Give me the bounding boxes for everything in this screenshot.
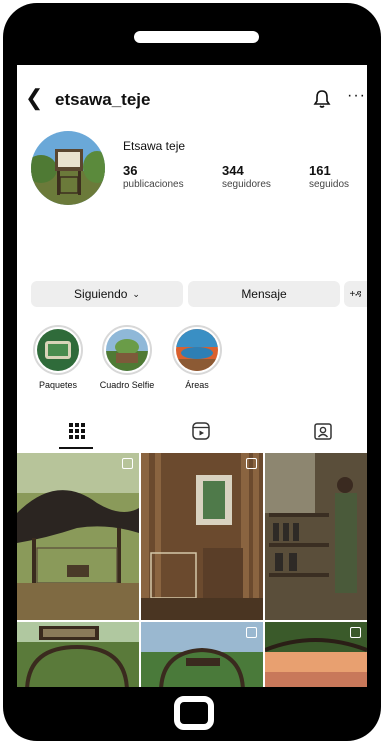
active-tab-indicator (59, 447, 93, 449)
stat-followers[interactable]: 344 seguidores (222, 163, 271, 190)
phone-speaker (134, 31, 259, 43)
home-button[interactable] (174, 696, 214, 730)
post-thumbnail[interactable] (17, 453, 139, 620)
message-button[interactable]: Mensaje (188, 281, 340, 307)
display-name: Etsawa teje (123, 139, 186, 153)
post-thumbnail[interactable] (265, 622, 367, 687)
add-person-icon: +ዳ (349, 288, 362, 300)
grid-icon[interactable] (67, 421, 87, 441)
app-screen: ❮ etsawa_teje ··· Etsawa teje 36 publica… (17, 65, 367, 687)
post-thumbnail[interactable] (141, 453, 263, 620)
stat-followers-label: seguidores (222, 179, 271, 190)
highlight-ring (33, 325, 83, 375)
bell-icon[interactable] (313, 89, 331, 109)
post-thumbnail[interactable] (17, 622, 139, 687)
phone-frame: ❮ etsawa_teje ··· Etsawa teje 36 publica… (3, 3, 381, 741)
highlight-label: Cuadro Selfie (99, 380, 155, 390)
stat-posts[interactable]: 36 publicaciones (123, 163, 184, 190)
highlight-label: Paquetes (38, 380, 78, 390)
chevron-left-icon[interactable]: ❮ (25, 86, 43, 110)
highlight-ring (172, 325, 222, 375)
stat-following-label: seguidos (309, 179, 350, 190)
multi-post-icon (350, 627, 361, 638)
reels-icon[interactable] (191, 421, 211, 441)
stat-followers-value: 344 (222, 163, 244, 178)
multi-post-icon (246, 627, 257, 638)
highlight-label: Áreas (185, 380, 209, 390)
post-thumbnail[interactable] (265, 453, 367, 620)
stat-following-value: 161 (309, 163, 331, 178)
more-horizontal-icon[interactable]: ··· (347, 87, 366, 105)
highlight-cuadro-selfie[interactable]: Cuadro Selfie (99, 325, 155, 390)
stat-posts-label: publicaciones (123, 179, 184, 190)
profile-avatar[interactable] (31, 131, 105, 205)
stat-posts-value: 36 (123, 163, 138, 178)
profile-header: ❮ etsawa_teje ··· (17, 86, 367, 113)
highlight-paquetes[interactable]: Paquetes (30, 325, 86, 390)
highlight-areas[interactable]: Áreas (169, 325, 225, 390)
stat-following[interactable]: 161 seguidos (309, 163, 349, 190)
profile-tabs (17, 417, 367, 447)
username-title: etsawa_teje (55, 90, 151, 109)
chevron-down-icon: ⌄ (132, 288, 140, 299)
following-button[interactable]: Siguiendo ⌄ (31, 281, 183, 307)
message-label: Mensaje (241, 287, 287, 301)
tagged-icon[interactable] (313, 421, 333, 441)
highlight-ring (102, 325, 152, 375)
add-person-button[interactable]: +ዳ (344, 281, 367, 307)
following-label: Siguiendo (74, 287, 128, 301)
multi-post-icon (246, 458, 257, 469)
post-thumbnail[interactable] (141, 622, 263, 687)
multi-post-icon (122, 458, 133, 469)
